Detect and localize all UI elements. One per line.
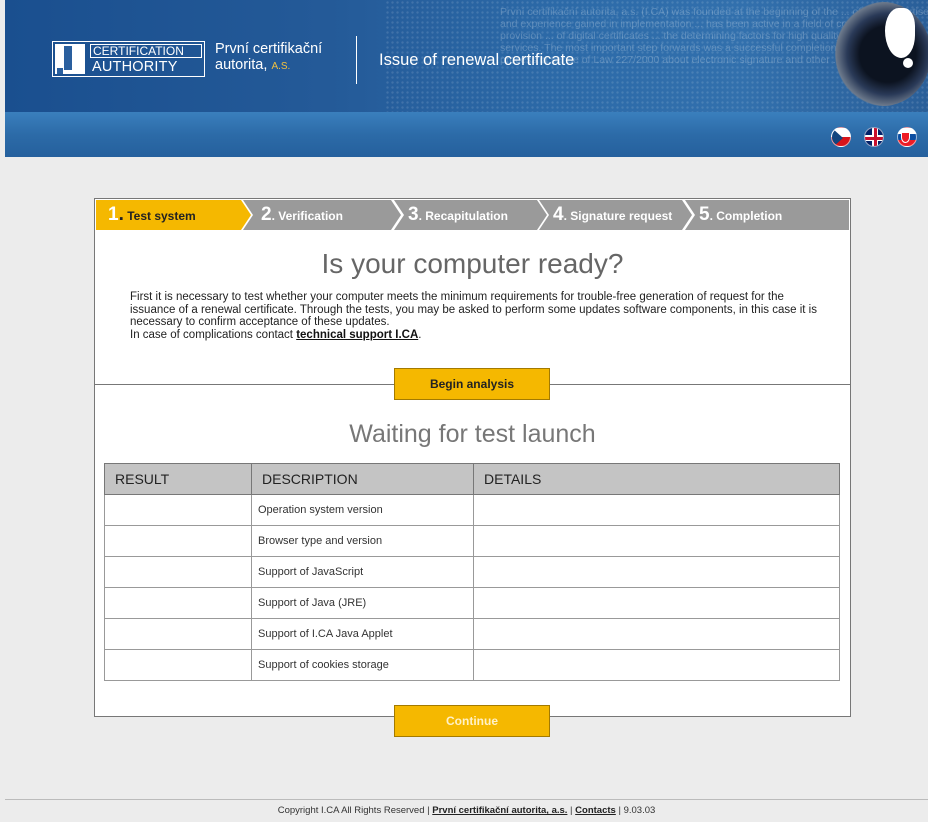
- description-cell: Support of JavaScript: [251, 556, 474, 588]
- czech-flag-icon[interactable]: [831, 127, 851, 147]
- result-cell: [104, 618, 252, 650]
- contacts-link[interactable]: Contacts: [575, 805, 616, 816]
- step-signature-request: 4. Signature request: [539, 200, 692, 230]
- continue-button[interactable]: Continue: [394, 705, 550, 737]
- company-name: První certifikační autorita, A.S.: [215, 41, 323, 73]
- table-row: Browser type and version: [104, 525, 840, 557]
- description-cell: Support of I.CA Java Applet: [251, 618, 474, 650]
- table-row: Support of Java (JRE): [104, 587, 840, 619]
- column-header-description: DESCRIPTION: [251, 463, 474, 495]
- begin-analysis-button[interactable]: Begin analysis: [394, 368, 550, 400]
- details-cell: [473, 525, 840, 557]
- step-recapitulation: 3. Recapitulation: [394, 200, 547, 230]
- logo-text-certification: CERTIFICATION: [90, 44, 202, 58]
- details-cell: [473, 556, 840, 588]
- description-cell: Operation system version: [251, 494, 474, 526]
- logo-text-authority: AUTHORITY: [92, 59, 178, 75]
- description-cell: Support of cookies storage: [251, 649, 474, 681]
- footer: Copyright I.CA All Rights Reserved | Prv…: [277, 805, 656, 816]
- eye-graphic: [835, 2, 928, 106]
- details-cell: [473, 649, 840, 681]
- site-header: První certifikační autorita, a.s. (I.CA)…: [5, 0, 928, 157]
- status-heading: Waiting for test launch: [349, 420, 596, 448]
- technical-support-link[interactable]: technical support I.CA: [296, 329, 418, 341]
- wizard-steps: 1. Test system 2. Verification 3. Recapi…: [96, 200, 849, 230]
- result-cell: [104, 649, 252, 681]
- test-results-table: RESULT DESCRIPTION DETAILS Operation sys…: [104, 463, 840, 681]
- description-cell: Browser type and version: [251, 525, 474, 557]
- table-row: Operation system version: [104, 494, 840, 526]
- ica-logo[interactable]: CERTIFICATION AUTHORITY: [52, 41, 205, 77]
- result-cell: [104, 587, 252, 619]
- table-row: Support of I.CA Java Applet: [104, 618, 840, 650]
- column-header-result: RESULT: [104, 463, 252, 495]
- step-verification: 2. Verification: [243, 200, 401, 230]
- eye-glint: [885, 8, 915, 58]
- result-cell: [104, 525, 252, 557]
- uk-flag-icon[interactable]: [864, 127, 884, 147]
- eye-glint-small: [903, 58, 913, 68]
- computer-ready-heading: Is your computer ready?: [321, 248, 624, 279]
- description-cell: Support of Java (JRE): [251, 587, 474, 619]
- header-divider: [356, 36, 357, 84]
- page-title: Issue of renewal certificate: [379, 51, 575, 69]
- table-row: Support of cookies storage: [104, 649, 840, 681]
- step-completion: 5. Completion: [685, 200, 849, 230]
- column-header-details: DETAILS: [473, 463, 840, 495]
- intro-text: First it is necessary to test whether yo…: [130, 291, 817, 341]
- result-cell: [104, 494, 252, 526]
- details-cell: [473, 618, 840, 650]
- company-link[interactable]: První certifikační autorita, a.s.: [432, 805, 567, 816]
- details-cell: [473, 587, 840, 619]
- step-test-system: 1. Test system: [96, 200, 251, 230]
- result-cell: [104, 556, 252, 588]
- details-cell: [473, 494, 840, 526]
- table-row: Support of JavaScript: [104, 556, 840, 588]
- slovak-flag-icon[interactable]: [897, 127, 917, 147]
- header-band: [5, 112, 928, 157]
- logo-i-icon: [55, 44, 85, 74]
